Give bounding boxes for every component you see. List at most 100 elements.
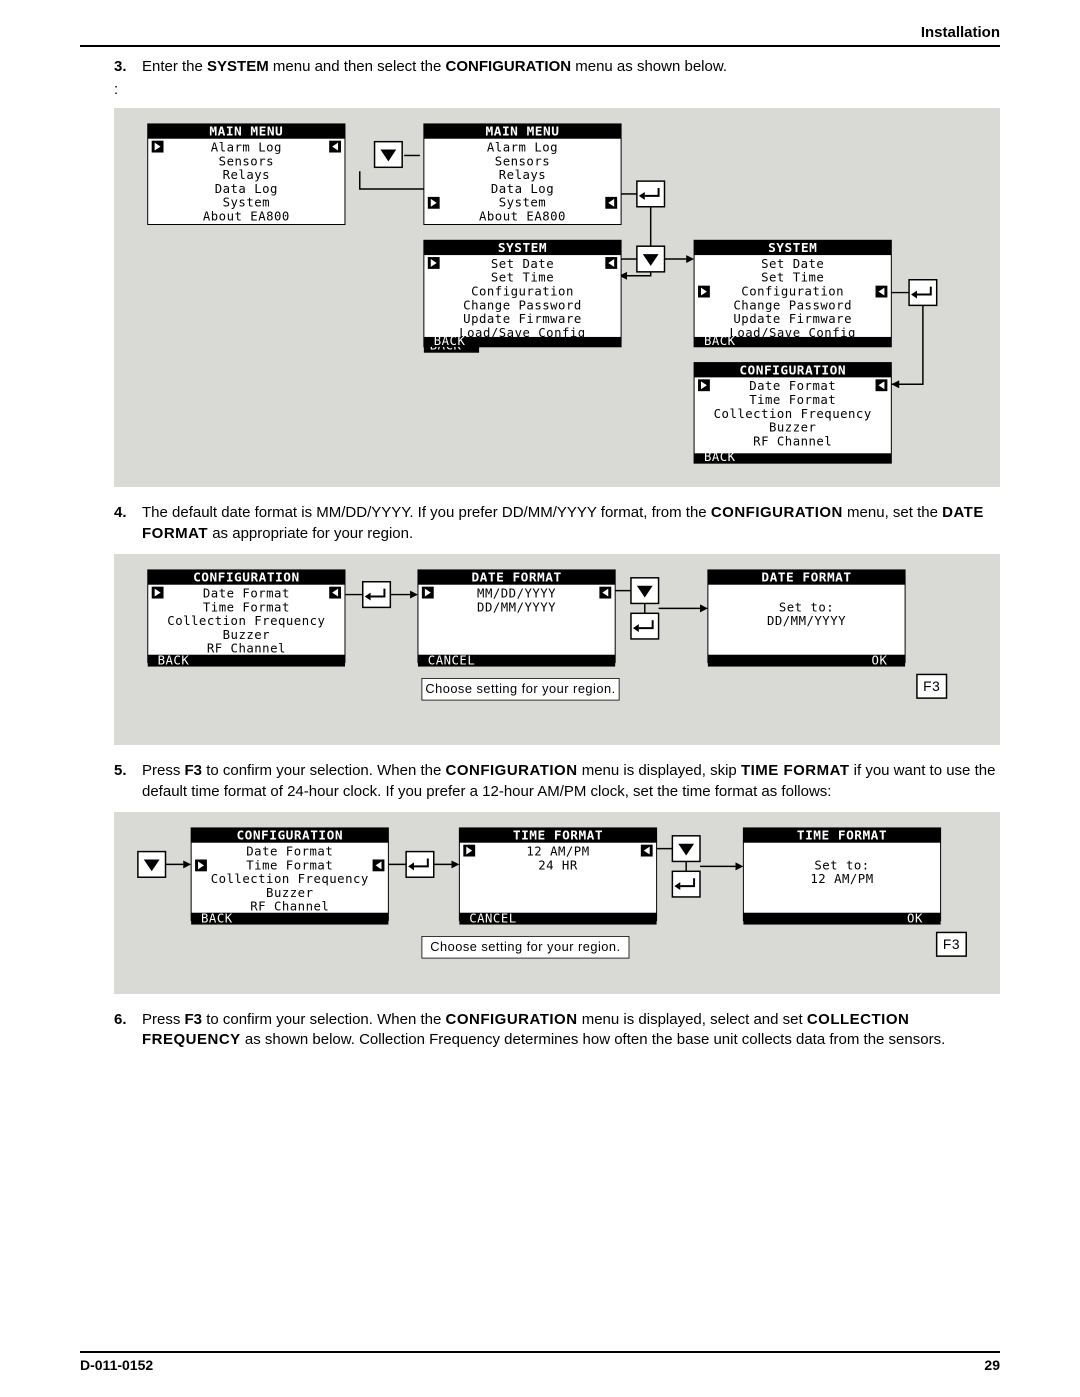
svg-text:Time Format: Time Format	[246, 858, 333, 872]
svg-text:Time Format: Time Format	[749, 393, 836, 407]
step-number: 3.	[114, 57, 142, 77]
svg-text:TIME FORMAT: TIME FORMAT	[797, 829, 887, 844]
screen-main-menu-1: MAIN MENU Alarm Log Sensors Relays Data …	[148, 124, 345, 225]
svg-text:Set Time: Set Time	[491, 271, 554, 285]
svg-text:OK: OK	[872, 653, 888, 667]
svg-text:Time Format: Time Format	[203, 600, 290, 614]
svg-text:DATE FORMAT: DATE FORMAT	[471, 571, 561, 586]
svg-text:F3: F3	[943, 937, 960, 952]
svg-text:System: System	[223, 196, 270, 210]
f3-button-1[interactable]: F3	[917, 674, 947, 698]
step-text: Press F3 to confirm your selection. When…	[142, 1010, 996, 1051]
svg-text:DD/MM/YYYY: DD/MM/YYYY	[477, 600, 556, 614]
step-number: 4.	[114, 503, 142, 544]
svg-text:CONFIGURATION: CONFIGURATION	[236, 829, 343, 844]
down-button-1[interactable]	[375, 142, 403, 168]
svg-text:TIME FORMAT: TIME FORMAT	[513, 829, 603, 844]
svg-text:Data Log: Data Log	[215, 182, 278, 196]
caption-region-1: Choose setting for your region.	[425, 681, 615, 696]
doc-id: D-011-0152	[80, 1357, 153, 1373]
svg-text:Change Password: Change Password	[733, 299, 852, 313]
svg-text:Relays: Relays	[499, 168, 546, 182]
svg-text:CANCEL: CANCEL	[428, 653, 475, 667]
down-button-4[interactable]	[138, 852, 166, 878]
svg-text:DATE FORMAT: DATE FORMAT	[761, 571, 851, 586]
svg-text:RF Channel: RF Channel	[250, 900, 329, 914]
svg-text:Relays: Relays	[223, 168, 270, 182]
svg-text:Collection Frequency: Collection Frequency	[211, 872, 369, 886]
screen-configuration-date: CONFIGURATION Date Format Time Format Co…	[148, 570, 345, 663]
svg-text:CONFIGURATION: CONFIGURATION	[193, 571, 300, 586]
svg-text:Change Password: Change Password	[463, 299, 582, 313]
screen-system-2: SYSTEM Set Date Set Time Configuration C…	[694, 241, 891, 348]
enter-button-3[interactable]	[363, 582, 391, 608]
enter-button-1[interactable]	[637, 181, 665, 207]
step-text: The default date format is MM/DD/YYYY. I…	[142, 503, 996, 544]
svg-text:Data Log: Data Log	[491, 182, 554, 196]
enter-button-6[interactable]	[672, 871, 700, 897]
svg-text:CANCEL: CANCEL	[469, 912, 516, 926]
svg-text:BACK: BACK	[434, 334, 466, 348]
svg-text:Alarm Log: Alarm Log	[211, 141, 282, 155]
svg-text:Date Format: Date Format	[749, 379, 836, 393]
step-3: 3. Enter the SYSTEM menu and then select…	[114, 57, 1000, 77]
svg-text:Configuration: Configuration	[471, 285, 574, 299]
svg-text:Collection Frequency: Collection Frequency	[167, 614, 325, 628]
enter-button-4[interactable]	[631, 613, 659, 639]
caption-region-2: Choose setting for your region.	[430, 939, 620, 954]
step-6: 6. Press F3 to confirm your selection. W…	[114, 1010, 1000, 1051]
down-button-3[interactable]	[631, 578, 659, 604]
f3-button-2[interactable]: F3	[937, 932, 967, 956]
down-button-5[interactable]	[672, 836, 700, 862]
svg-text:MM/DD/YYYY: MM/DD/YYYY	[477, 586, 556, 600]
step-number: 5.	[114, 761, 142, 802]
illustration-panel-1: MAIN MENU Alarm Log Sensors Relays Data …	[114, 108, 1000, 487]
svg-text:RF Channel: RF Channel	[753, 435, 832, 449]
step-4: 4. The default date format is MM/DD/YYYY…	[114, 503, 1000, 544]
svg-text:BACK: BACK	[158, 653, 190, 667]
enter-button-5[interactable]	[406, 852, 434, 878]
svg-text:Buzzer: Buzzer	[769, 421, 816, 435]
svg-text:24 HR: 24 HR	[538, 858, 578, 872]
screen-time-format-options: TIME FORMAT 12 AM/PM 24 HR	[459, 828, 656, 921]
svg-text:Sensors: Sensors	[219, 155, 274, 169]
svg-text:Set Date: Set Date	[491, 257, 554, 271]
svg-text:Buzzer: Buzzer	[223, 628, 270, 642]
svg-text:Configuration: Configuration	[741, 285, 844, 299]
svg-text:MAIN MENU: MAIN MENU	[486, 125, 560, 140]
svg-text:SYSTEM: SYSTEM	[498, 241, 547, 256]
svg-text:CONFIGURATION: CONFIGURATION	[739, 364, 846, 379]
down-button-2[interactable]	[637, 246, 665, 272]
section-header: Installation	[80, 24, 1000, 41]
svg-text:Update Firmware: Update Firmware	[733, 312, 852, 326]
screen-configuration: CONFIGURATION Date Format Time Format Co…	[694, 363, 891, 464]
svg-text:12 AM/PM: 12 AM/PM	[810, 872, 873, 886]
svg-text:Date Format: Date Format	[246, 844, 333, 858]
svg-text:System: System	[499, 196, 546, 210]
page-number: 29	[984, 1357, 1000, 1373]
step-text: Press F3 to confirm your selection. When…	[142, 761, 996, 802]
svg-text:Set to:: Set to:	[779, 600, 834, 614]
svg-text:F3: F3	[923, 679, 940, 694]
page-footer: D-011-0152 29	[80, 1347, 1000, 1373]
screen-date-format-set: DATE FORMAT Set to: DD/MM/YYYY	[708, 570, 905, 663]
svg-text:About EA800: About EA800	[479, 210, 566, 224]
screen-time-format-set: TIME FORMAT Set to: 12 AM/PM	[743, 828, 940, 921]
svg-text:Set Time: Set Time	[761, 271, 824, 285]
screen-date-format-options: DATE FORMAT MM/DD/YYYY DD/MM/YYYY	[418, 570, 615, 663]
svg-text:Set to:: Set to:	[814, 858, 869, 872]
divider	[80, 45, 1000, 47]
enter-button-2[interactable]	[909, 280, 937, 306]
screen-main-menu-2: MAIN MENU Alarm Log Sensors Relays Data …	[424, 124, 621, 225]
svg-text:MAIN MENU: MAIN MENU	[209, 125, 283, 140]
illustration-panel-3: CONFIGURATION Date Format Time Format Co…	[114, 812, 1000, 994]
svg-text:About EA800: About EA800	[203, 210, 290, 224]
svg-text:Set Date: Set Date	[761, 257, 824, 271]
step-text: Enter the SYSTEM menu and then select th…	[142, 57, 996, 77]
svg-text:Date Format: Date Format	[203, 586, 290, 600]
screen-configuration-time: CONFIGURATION Date Format Time Format Co…	[191, 828, 388, 921]
svg-text:Alarm Log: Alarm Log	[487, 141, 558, 155]
svg-text:BACK: BACK	[201, 912, 233, 926]
svg-text:BACK: BACK	[704, 450, 736, 464]
illustration-panel-2: CONFIGURATION Date Format Time Format Co…	[114, 554, 1000, 746]
